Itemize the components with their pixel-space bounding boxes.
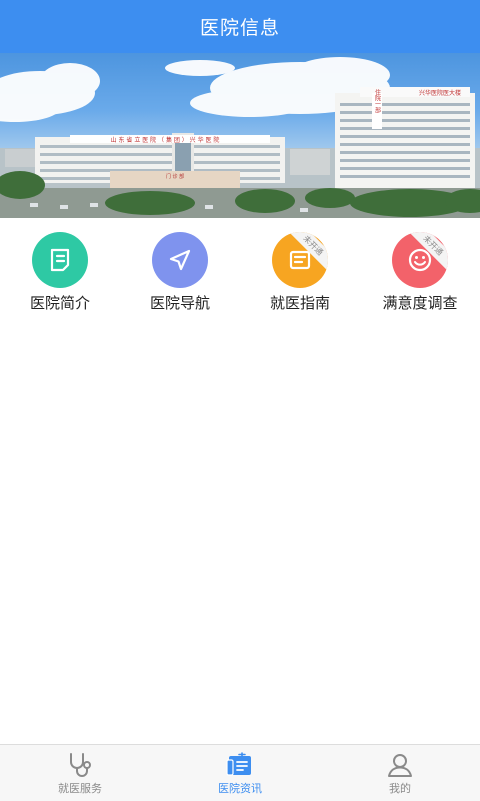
- grid-item-hospital-intro[interactable]: 医院简介: [0, 218, 120, 328]
- tab-hospital-news[interactable]: 医院资讯: [160, 745, 320, 801]
- grid-item-medical-guide[interactable]: 未开通 就医指南: [240, 218, 360, 328]
- bottom-tab-bar: 就医服务 医院资讯 我的: [0, 744, 480, 801]
- app-header: 医院信息: [0, 0, 480, 53]
- grid-label: 医院简介: [29, 294, 90, 312]
- grid-item-satisfaction-survey[interactable]: 未开通 满意度调查: [360, 218, 480, 328]
- hospital-banner-image[interactable]: 山 东 省 立 医 院 （ 集 团 ） 兴 华 医 院 门 诊 部 住院一部 兴…: [0, 53, 480, 218]
- page-title: 医院信息: [199, 17, 280, 39]
- function-grid: 医院简介 医院导航 未开通 就医指南 未开通 满意度调查: [0, 218, 480, 328]
- tab-label: 我的: [389, 782, 411, 795]
- main-building-sign: 山 东 省 立 医 院 （ 集 团 ） 兴 华 医 院: [111, 136, 220, 144]
- hospital-photo: 山 东 省 立 医 院 （ 集 团 ） 兴 华 医 院 门 诊 部 住院一部 兴…: [0, 57, 480, 218]
- tab-mine[interactable]: 我的: [320, 745, 480, 801]
- tower-sign: 住院一部: [374, 88, 381, 114]
- news-icon: [226, 752, 251, 776]
- tab-label: 就医服务: [58, 782, 102, 795]
- podium-sign: 门 诊 部: [166, 173, 184, 180]
- smiley-icon: 未开通: [392, 232, 448, 288]
- user-icon: [388, 754, 412, 777]
- tab-medical-service[interactable]: 就医服务: [0, 745, 160, 801]
- grid-label: 满意度调查: [382, 294, 458, 312]
- stethoscope-icon: [70, 753, 91, 777]
- grid-item-hospital-navigation[interactable]: 医院导航: [120, 218, 240, 328]
- tab-label: 医院资讯: [218, 782, 262, 795]
- right-building-sign: 兴华医院医大楼: [419, 89, 461, 97]
- grid-label: 医院导航: [149, 294, 210, 312]
- navigation-arrow-icon: [152, 232, 208, 288]
- guide-card-icon: 未开通: [272, 232, 328, 288]
- grid-label: 就医指南: [269, 294, 330, 312]
- document-icon: [32, 232, 88, 288]
